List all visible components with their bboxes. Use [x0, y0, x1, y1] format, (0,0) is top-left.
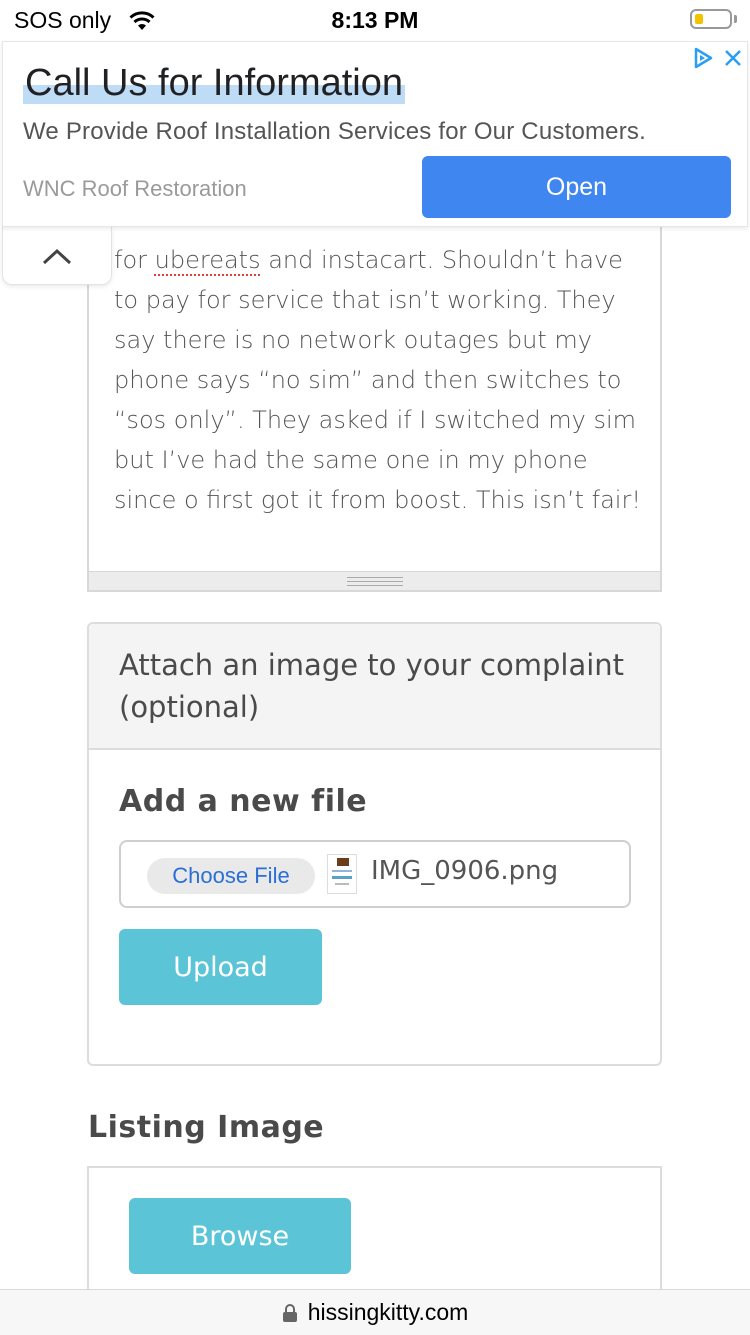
- ad-collapse-button[interactable]: [2, 227, 112, 285]
- grip-icon: [347, 577, 403, 586]
- ad-description: We Provide Roof Installation Services fo…: [23, 118, 646, 145]
- url-text: hissingkitty.com: [307, 1299, 469, 1325]
- ad-title[interactable]: Call Us for Information: [23, 62, 406, 104]
- battery-tip: [734, 15, 737, 23]
- add-file-label: Add a new file: [119, 784, 368, 819]
- file-input[interactable]: Choose File IMG_0906.png: [119, 840, 631, 908]
- ad-open-button[interactable]: Open: [422, 156, 731, 218]
- attach-header: Attach an image to your complaint (optio…: [89, 624, 660, 750]
- misspelled-word: ubereats: [154, 246, 261, 274]
- listing-image-label: Listing Image: [88, 1110, 325, 1145]
- textarea-resize-handle[interactable]: [89, 571, 660, 590]
- selected-file-name: IMG_0906.png: [371, 856, 559, 886]
- attach-image-panel: Attach an image to your complaint (optio…: [87, 622, 662, 1066]
- close-icon[interactable]: [721, 46, 745, 70]
- upload-button[interactable]: Upload: [119, 929, 322, 1005]
- ad-choices-icon[interactable]: [691, 46, 715, 70]
- chevron-up-icon: [42, 248, 72, 264]
- clock: 8:13 PM: [331, 7, 419, 33]
- browse-button[interactable]: Browse: [129, 1198, 351, 1274]
- lock-icon: [282, 1303, 297, 1322]
- complaint-textarea[interactable]: for ubereats and instacart. Shouldn’t ha…: [87, 180, 662, 592]
- complaint-text: for ubereats and instacart. Shouldn’t ha…: [114, 246, 641, 514]
- status-bar: SOS only 8:13 PM: [0, 0, 750, 40]
- choose-file-button[interactable]: Choose File: [147, 858, 315, 894]
- address-bar[interactable]: hissingkitty.com: [0, 1289, 750, 1335]
- ad-banner[interactable]: Call Us for Information We Provide Roof …: [2, 41, 748, 227]
- attach-title: Attach an image to your complaint (optio…: [119, 648, 625, 724]
- ad-source: WNC Roof Restoration: [23, 176, 247, 201]
- listing-image-panel: Browse: [87, 1166, 662, 1296]
- battery-icon: [690, 9, 732, 29]
- file-thumbnail-icon: [327, 854, 357, 894]
